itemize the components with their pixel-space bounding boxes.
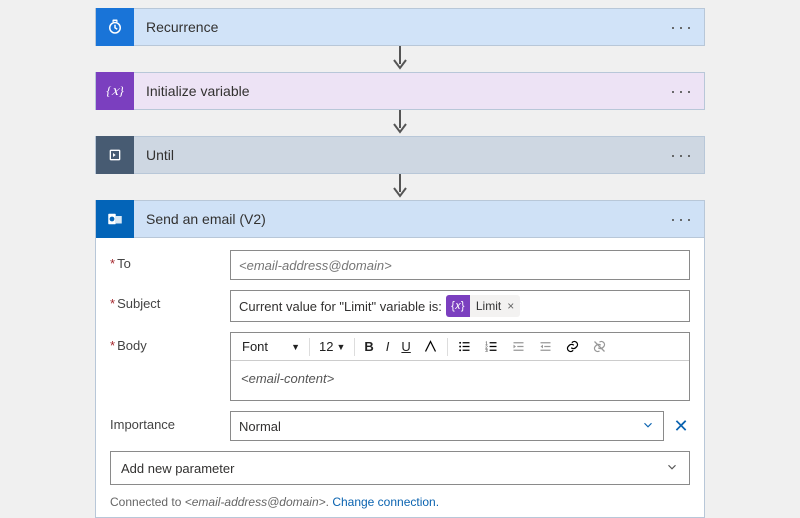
bold-button[interactable]: B — [359, 337, 378, 356]
connector-arrow — [95, 46, 705, 72]
remove-parameter-button[interactable]: ✕ — [672, 416, 690, 437]
step-title: Recurrence — [134, 19, 218, 35]
importance-row: Importance Normal ✕ — [110, 411, 690, 441]
italic-button[interactable]: I — [381, 337, 395, 356]
change-connection-link[interactable]: Change connection. — [332, 495, 439, 509]
variable-icon: {𝑥} — [96, 72, 134, 110]
step-until[interactable]: Until ··· — [95, 136, 705, 174]
add-parameter-dropdown[interactable]: Add new parameter — [110, 451, 690, 485]
unlink-button[interactable] — [587, 337, 612, 356]
subject-row: Subject Current value for "Limit" variab… — [110, 290, 690, 322]
token-remove-button[interactable]: × — [507, 299, 520, 313]
indent-button[interactable] — [533, 337, 558, 356]
step-title: Initialize variable — [134, 83, 250, 99]
body-field[interactable]: Font▼ 12▼ B I U — [230, 332, 690, 401]
underline-button[interactable]: U — [396, 337, 415, 356]
step-initialize-variable[interactable]: {𝑥} Initialize variable ··· — [95, 72, 705, 110]
variable-token[interactable]: {𝑥} Limit × — [446, 295, 520, 317]
connection-footer: Connected to <email-address@domain>. Cha… — [110, 495, 690, 509]
step-menu-button[interactable]: ··· — [670, 146, 694, 164]
fontsize-dropdown[interactable]: 12▼ — [314, 337, 350, 356]
step-recurrence[interactable]: Recurrence ··· — [95, 8, 705, 46]
connector-arrow — [95, 110, 705, 136]
color-button[interactable] — [418, 337, 443, 356]
subject-text: Current value for "Limit" variable is: — [239, 299, 442, 314]
step-menu-button[interactable]: ··· — [670, 82, 694, 100]
token-label: Limit — [470, 299, 507, 313]
step-menu-button[interactable]: ··· — [670, 210, 694, 228]
chevron-down-icon — [665, 460, 679, 477]
connection-email: <email-address@domain> — [185, 495, 326, 509]
outlook-icon — [96, 200, 134, 238]
importance-label: Importance — [110, 411, 230, 432]
clock-icon — [96, 8, 134, 46]
connector-arrow — [95, 174, 705, 200]
to-label: To — [110, 250, 230, 271]
step-title: Send an email (V2) — [134, 211, 266, 227]
to-row: To — [110, 250, 690, 280]
loop-icon — [96, 136, 134, 174]
richtext-toolbar: Font▼ 12▼ B I U — [231, 333, 689, 361]
body-row: Body Font▼ 12▼ B I U — [110, 332, 690, 401]
bullet-list-button[interactable] — [452, 337, 477, 356]
flow-canvas: Recurrence ··· {𝑥} Initialize variable ·… — [95, 8, 705, 518]
to-field[interactable] — [230, 250, 690, 280]
chevron-down-icon — [641, 418, 655, 435]
font-dropdown[interactable]: Font▼ — [237, 337, 305, 356]
subject-label: Subject — [110, 290, 230, 311]
step-title: Until — [134, 147, 174, 163]
email-panel: To Subject Current value for "Limit" var… — [95, 238, 705, 518]
outdent-button[interactable] — [506, 337, 531, 356]
body-label: Body — [110, 332, 230, 353]
svg-text:3: 3 — [485, 348, 488, 353]
step-send-email[interactable]: Send an email (V2) ··· — [95, 200, 705, 238]
subject-field[interactable]: Current value for "Limit" variable is: {… — [230, 290, 690, 322]
link-button[interactable] — [560, 337, 585, 356]
importance-select[interactable]: Normal — [230, 411, 664, 441]
variable-icon: {𝑥} — [446, 295, 470, 317]
to-input[interactable] — [239, 258, 681, 273]
body-content[interactable]: <email-content> — [231, 361, 689, 400]
step-menu-button[interactable]: ··· — [670, 18, 694, 36]
add-parameter-label: Add new parameter — [121, 461, 234, 476]
numbered-list-button[interactable]: 123 — [479, 337, 504, 356]
importance-value: Normal — [239, 419, 281, 434]
